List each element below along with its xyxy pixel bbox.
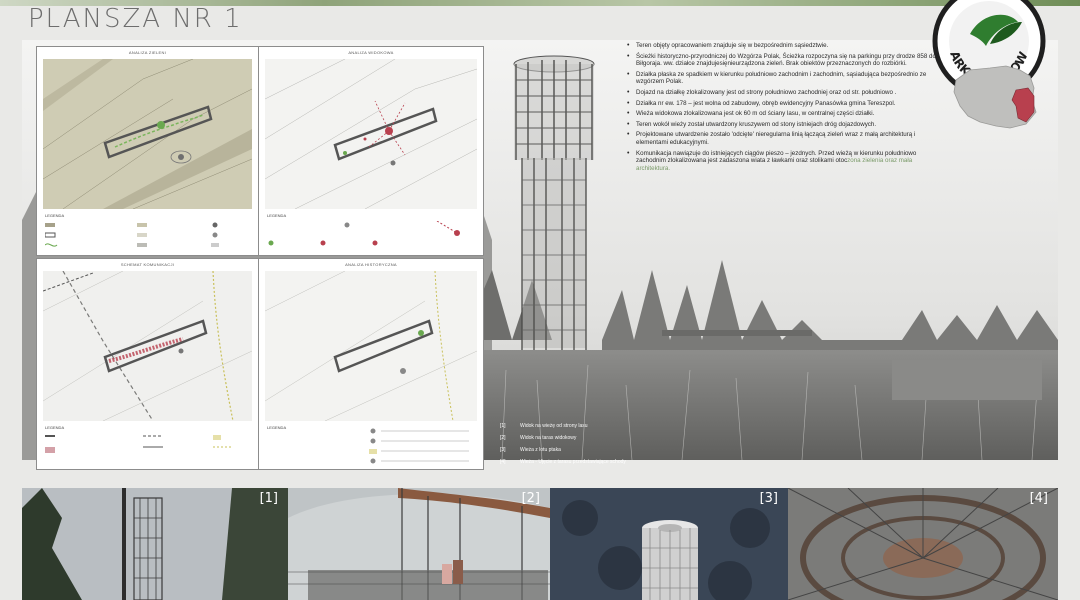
panel-view-analysis: ANALIZA WIDOKOWA LEGENDA [258,46,484,256]
panel-title: ANALIZA ZIELENI [128,50,167,55]
description-item: Komunikacja nawiązuje do istniejących ci… [627,150,942,173]
description-item: Projektowane utwardzenie zostało 'odcięt… [627,131,942,146]
panel-title: SCHEMAT KOMUNIKACJI [120,262,175,267]
description-item: Dojazd na działkę zlokalizowany jest od … [627,89,942,97]
thumbnail-label: [3] [759,491,778,506]
legend-historical [369,428,469,464]
legend-title: LEGENDA [45,213,65,218]
site-description-list: Teren objęty opracowaniem znajduje się w… [627,42,942,175]
caption-item: [3] Wieża z lotu ptaka [500,447,561,453]
sheet-title: PLANSZA NR 1 [28,4,243,34]
render-thumbnail-2: [2] [288,488,550,600]
map-communication [42,270,253,422]
caption-item: [1] Widok na wieżę od strony lasu [500,423,588,429]
legend-title: LEGENDA [267,213,287,218]
caption-item: [2] Widok na taras widokowy [500,435,577,441]
panel-communication-scheme: SCHEMAT KOMUNIKACJI LEGENDA [36,258,259,470]
legend-title: LEGENDA [267,425,287,430]
map-historical [264,270,478,422]
caption-item: [4] Wieża - Ujęcie z tarasu przedstawiają… [500,459,626,465]
map-green [42,58,253,210]
panel-historical-analysis: ANALIZA HISTORYCZNA LEGENDA [258,258,484,470]
legend-communication [45,435,233,453]
description-item: Ścieżki historyczno-przyrodniczej do Wzg… [627,53,942,68]
description-item: Wieża widokowa zlokalizowana jest ok 60 … [627,110,942,118]
thumbnail-label: [1] [259,491,278,506]
description-item: Teren wokół wieży został utwardzony krus… [627,121,942,129]
map-view [264,58,478,210]
thumbnail-label: [4] [1029,491,1048,506]
legend-view [268,221,460,246]
legend-green [45,222,219,247]
thumbnail-label: [2] [521,491,540,506]
render-thumbnail-1: [1] [22,488,288,600]
tower-illustration [513,55,595,350]
panel-title: ANALIZA HISTORYCZNA [345,262,397,267]
description-item: Teren objęty opracowaniem znajduje się w… [627,42,942,50]
description-item: Działka płaska ze spadkiem w kierunku po… [627,71,942,86]
panel-green-analysis: ANALIZA ZIELENI LEGENDA [36,46,259,256]
legend-title: LEGENDA [45,425,65,430]
render-thumbnail-4: [4] [788,488,1058,600]
render-thumbnail-3: [3] [550,488,788,600]
poland-map [950,62,1042,132]
description-item: Działka nr ew. 178 – jest wolna od zabud… [627,100,942,108]
panel-title: ANALIZA WIDOKOWA [348,50,394,55]
